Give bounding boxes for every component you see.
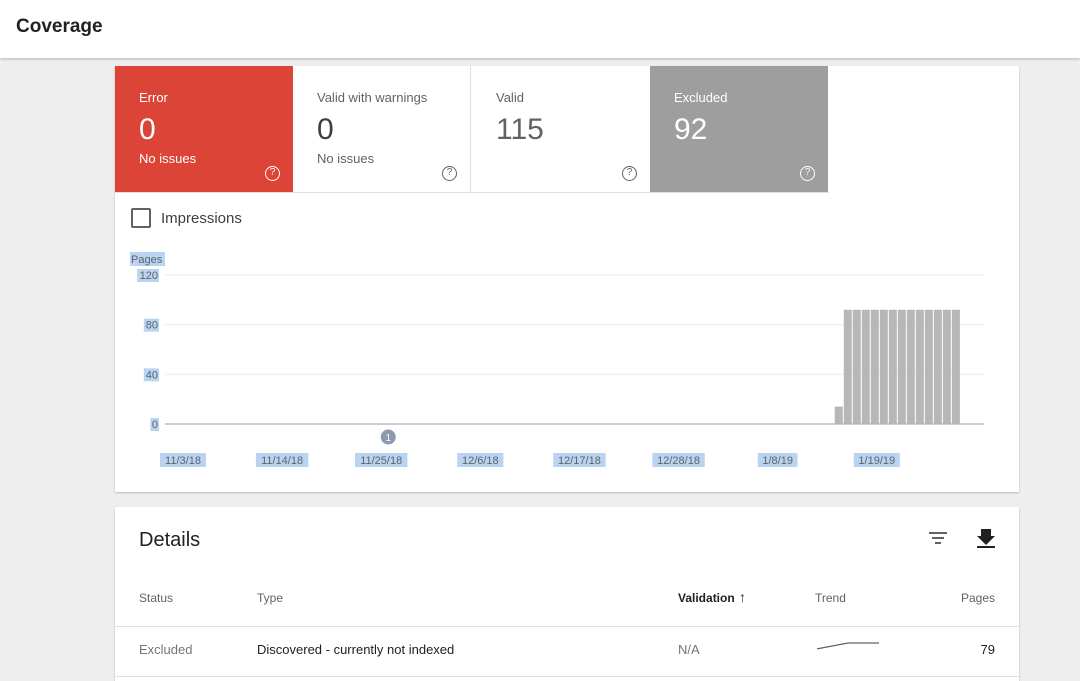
impressions-label: Impressions (161, 209, 242, 227)
y-tick-label: 0 (152, 419, 158, 431)
x-tick-label: 12/28/18 (657, 455, 700, 467)
details-title: Details (139, 529, 201, 551)
tile-excluded-label: Excluded (674, 90, 728, 105)
app-bar: Coverage (0, 0, 1080, 58)
tile-valid[interactable]: Valid 115 ? (472, 66, 650, 192)
chart-bar (834, 406, 843, 424)
page-title: Coverage (16, 16, 103, 37)
row-validation: N/A (678, 642, 700, 657)
y-tick-label: 80 (146, 320, 158, 332)
x-tick-label: 1/19/19 (858, 455, 895, 467)
column-header-validation[interactable]: Validation (678, 591, 735, 605)
row-type[interactable]: Discovered - currently not indexed (257, 642, 454, 657)
coverage-chart: Pages 120 80 40 0 1 11/3/18 11/14/18 11/25/18 12/… (130, 252, 984, 467)
download-icon[interactable] (973, 525, 999, 551)
table-header-divider (115, 626, 1019, 627)
chart-bar (843, 309, 852, 424)
tile-error-label: Error (139, 90, 168, 105)
x-tick-label: 1/8/19 (762, 455, 793, 467)
column-header-pages[interactable]: Pages (961, 591, 995, 605)
row-status: Excluded (139, 642, 193, 657)
x-tick-label: 11/14/18 (261, 455, 303, 467)
tile-error-value: 0 (139, 113, 156, 146)
column-header-trend: Trend (815, 591, 846, 605)
tile-valid-value: 115 (496, 113, 544, 146)
chart-bar (861, 309, 870, 424)
tile-error[interactable]: Error 0 No issues ? (115, 66, 293, 192)
x-tick-label: 12/6/18 (462, 455, 499, 467)
coverage-summary-card: Error 0 No issues ? Valid with warnings … (115, 66, 1019, 492)
filter-icon[interactable] (925, 525, 951, 551)
tile-warnings-value: 0 (317, 113, 334, 146)
chart-bar (870, 309, 879, 424)
y-tick-label: 40 (146, 369, 158, 381)
tile-warnings-label: Valid with warnings (317, 90, 428, 105)
x-tick-label: 12/17/18 (558, 455, 601, 467)
help-icon[interactable]: ? (265, 166, 280, 181)
tile-warnings-sub: No issues (317, 151, 375, 166)
chart-bar (924, 309, 933, 424)
column-header-status[interactable]: Status (139, 591, 173, 605)
x-tick-label: 11/3/18 (165, 455, 201, 467)
sort-arrow-up-icon[interactable]: ↑ (739, 589, 746, 605)
help-icon[interactable]: ? (442, 166, 457, 181)
chart-bar (879, 309, 888, 424)
impressions-toggle[interactable]: Impressions (131, 208, 242, 228)
row-pages: 79 (980, 642, 995, 657)
details-card: Details Status Type Validation ↑ Trend P… (115, 507, 1019, 681)
chart-bar (852, 309, 861, 424)
chart-bar (933, 309, 942, 424)
tile-error-sub: No issues (139, 151, 197, 166)
column-header-type[interactable]: Type (257, 591, 283, 605)
chart-bar (906, 309, 915, 424)
chart-bar (951, 309, 960, 424)
chart-bar (897, 309, 906, 424)
annotation-label: 1 (385, 433, 391, 444)
y-axis-label: Pages (131, 254, 163, 266)
chart-bar (888, 309, 897, 424)
y-tick-label: 120 (140, 270, 158, 282)
chart-bar (942, 309, 951, 424)
tile-valid-with-warnings[interactable]: Valid with warnings 0 No issues ? (293, 66, 471, 192)
help-icon[interactable]: ? (800, 166, 815, 181)
row-trend-sparkline (816, 642, 879, 650)
impressions-checkbox[interactable] (131, 208, 151, 228)
tile-excluded[interactable]: Excluded 92 ? (650, 66, 828, 192)
x-tick-label: 11/25/18 (360, 455, 402, 467)
help-icon[interactable]: ? (622, 166, 637, 181)
tile-divider (115, 192, 829, 193)
table-row-divider (115, 676, 1019, 677)
tile-excluded-value: 92 (674, 113, 708, 146)
tile-valid-label: Valid (496, 90, 524, 105)
chart-bar (915, 309, 924, 424)
